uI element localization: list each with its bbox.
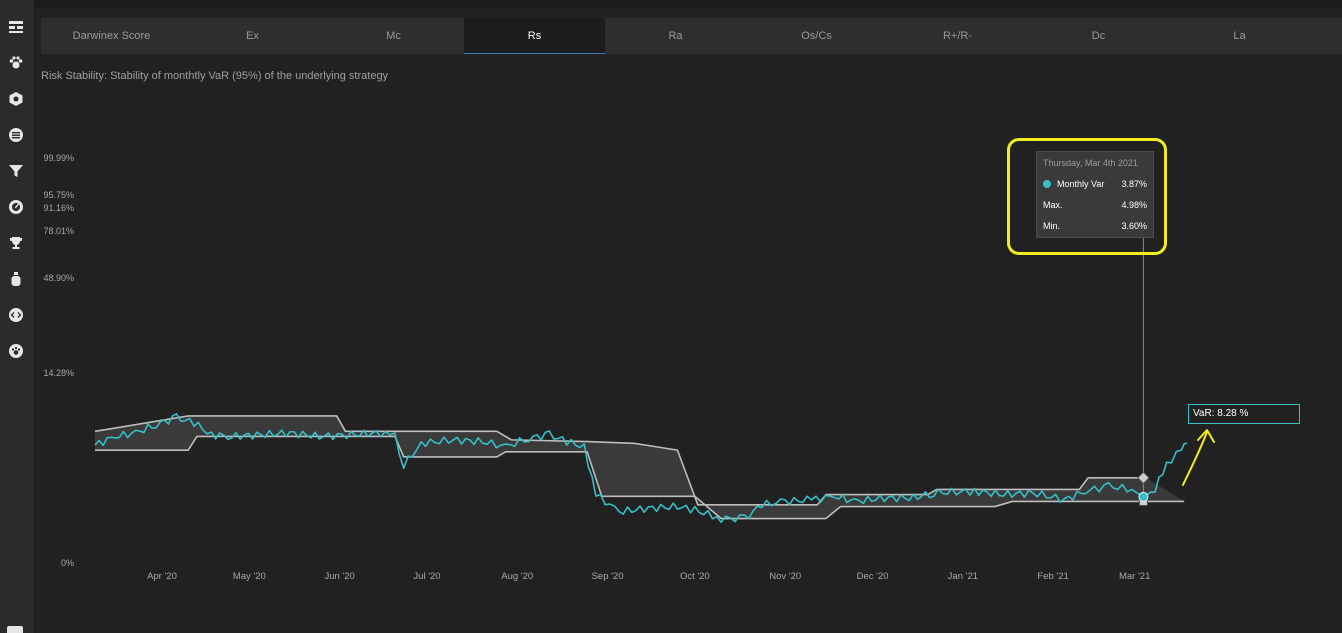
tooltip-row-max: Max. 4.98% [1043,200,1147,210]
x-tick-label: Jun '20 [324,571,354,582]
tooltip-label: Max. [1043,200,1063,210]
x-tick-label: Feb '21 [1037,571,1068,582]
tooltip-label: Monthly Var [1057,179,1105,189]
tooltip-value: 3.60% [1121,221,1147,231]
y-tick-label: 78.01% [43,226,74,236]
tooltip-date: Thursday, Mar 4th 2021 [1043,158,1138,168]
x-tick-label: May '20 [233,571,266,582]
tooltip-value: 4.98% [1121,200,1147,210]
tooltip-label: Min. [1043,221,1061,231]
chart-axes: 99.99% 95.75% 91.16% 78.01% 48.90% 14.28% 0% Ap… [43,153,1150,582]
series-color-dot [1043,180,1051,188]
x-tick-label: Sep '20 [592,571,624,582]
y-tick-label: 48.90% [43,273,74,283]
x-tick-label: Dec '20 [857,571,889,582]
chart-series [94,413,1188,524]
y-tick-label: 0% [61,558,74,568]
y-tick-label: 91.16% [43,203,74,213]
max-min-band [95,415,1185,519]
risk-stability-chart: 99.99% 95.75% 91.16% 78.01% 48.90% 14.28% 0% Ap… [43,153,1215,582]
yellow-arrow-annotation [1182,431,1208,486]
x-tick-label: Apr '20 [147,571,177,582]
y-tick-label: 99.99% [43,153,74,163]
x-tick-label: Oct '20 [680,571,710,582]
monthly-var-point-marker [1138,491,1149,502]
chart-markers [1137,236,1150,506]
y-tick-label: 14.28% [43,368,74,378]
x-tick-label: Nov '20 [769,571,801,582]
tooltip-row-monthly-var: Monthly Var 3.87% [1043,179,1147,189]
tooltip-value: 3.87% [1121,179,1147,189]
x-tick-label: Jan '21 [948,571,978,582]
x-tick-label: Mar '21 [1119,571,1150,582]
chart-annotations [1182,429,1215,486]
tooltip-row-min: Min. 3.60% [1043,221,1147,231]
chart-tooltip: Thursday, Mar 4th 2021 Monthly Var 3.87%… [1036,151,1154,238]
var-value-label: VaR: 8.28 % [1188,404,1300,424]
y-tick-label: 95.75% [43,190,74,200]
x-tick-label: Aug '20 [501,571,533,582]
x-tick-label: Jul '20 [413,571,440,582]
